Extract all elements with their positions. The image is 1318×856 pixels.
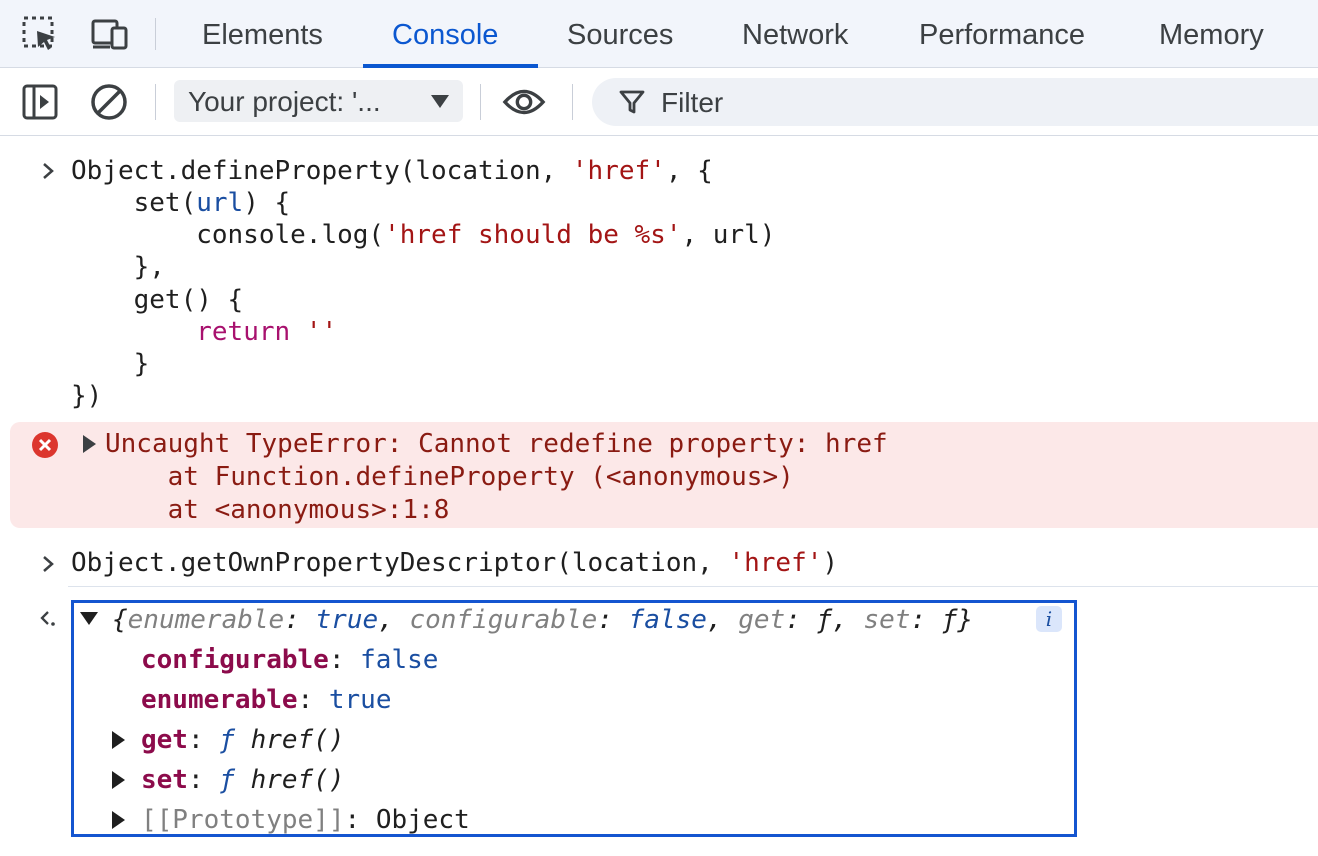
- tab-performance[interactable]: Performance: [919, 0, 1085, 68]
- info-icon[interactable]: i: [1036, 606, 1062, 632]
- object-property: set: ƒ href(): [141, 765, 345, 795]
- console-input-line: console.log('href should be %s', url): [71, 220, 776, 250]
- input-prompt-icon: [38, 549, 58, 579]
- object-property: enumerable: true: [141, 685, 392, 715]
- message-divider: [68, 586, 1318, 587]
- console-input-line: get() {: [71, 285, 244, 315]
- toolbar-divider: [480, 84, 481, 120]
- expand-triangle-icon: [112, 731, 125, 749]
- error-message-text: Uncaught TypeError: Cannot redefine prop…: [105, 429, 888, 459]
- tab-sources[interactable]: Sources: [567, 0, 673, 68]
- object-summary[interactable]: {enumerable: true, configurable: false, …: [112, 604, 973, 636]
- context-select-value: Your project: '...: [188, 86, 381, 117]
- expand-error-toggle[interactable]: [83, 435, 97, 455]
- expand-triangle-icon: [112, 771, 125, 789]
- error-stack-line: at Function.defineProperty (<anonymous>): [105, 462, 794, 492]
- clear-console-icon[interactable]: [87, 80, 131, 124]
- live-expression-icon[interactable]: [502, 80, 546, 124]
- dropdown-arrow-icon: [431, 95, 449, 108]
- console-input-line: return '': [196, 317, 338, 347]
- filter-placeholder: Filter: [661, 87, 724, 118]
- device-toolbar-icon[interactable]: [90, 14, 130, 54]
- error-icon: [31, 431, 59, 459]
- input-prompt-icon: [38, 156, 58, 186]
- collapse-object-toggle[interactable]: [80, 612, 98, 628]
- console-input-line: Object.defineProperty(location, 'href', …: [71, 156, 713, 186]
- expand-triangle-icon: [112, 811, 125, 829]
- expand-set-toggle[interactable]: [112, 771, 126, 789]
- console-input-line: },: [71, 252, 165, 282]
- object-property: get: ƒ href(): [141, 725, 345, 755]
- tab-memory[interactable]: Memory: [1159, 0, 1264, 68]
- object-property: configurable: false: [141, 645, 439, 675]
- filter-input[interactable]: Filter: [592, 78, 1318, 126]
- filter-icon: [619, 90, 645, 114]
- object-property: [[Prototype]]: Object: [141, 805, 470, 835]
- tab-bar-divider: [155, 18, 156, 50]
- expand-prototype-toggle[interactable]: [112, 811, 126, 829]
- console-toolbar: Your project: '... Filter: [0, 68, 1318, 136]
- tab-network[interactable]: Network: [742, 0, 848, 68]
- error-stack-line: at <anonymous>:1:8: [105, 495, 450, 525]
- expand-triangle-icon: [83, 435, 96, 453]
- console-input-line: Object.getOwnPropertyDescriptor(location…: [71, 548, 839, 578]
- console-input-line: }): [71, 381, 103, 411]
- toolbar-divider: [155, 84, 156, 120]
- tab-elements[interactable]: Elements: [202, 0, 323, 68]
- console-input-line: }: [71, 349, 150, 379]
- collapse-triangle-icon: [80, 612, 98, 625]
- expand-get-toggle[interactable]: [112, 731, 126, 749]
- devtools-tab-bar: Elements Console Sources Network Perform…: [0, 0, 1318, 68]
- result-prompt-icon: [38, 603, 58, 633]
- tab-console[interactable]: Console: [392, 0, 498, 68]
- sidebar-toggle-icon[interactable]: [18, 80, 62, 124]
- toolbar-divider: [572, 84, 573, 120]
- console-input-line: set(url) {: [71, 188, 291, 218]
- javascript-context-select[interactable]: Your project: '...: [174, 80, 463, 122]
- inspect-element-icon[interactable]: [20, 14, 60, 54]
